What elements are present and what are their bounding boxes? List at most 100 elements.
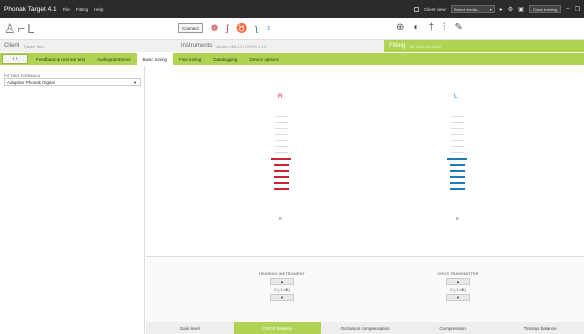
device-pair-icon[interactable]: ʃ xyxy=(226,23,228,33)
left-level-bar[interactable] xyxy=(450,122,464,123)
instruments-header[interactable]: Instruments Audéo V90-13 / CROS II-13 xyxy=(178,40,384,52)
settings-icon[interactable]: ⚙ xyxy=(508,6,513,13)
left-level-bar[interactable] xyxy=(449,170,465,172)
select-media-dropdown[interactable]: Select media... ▾ xyxy=(450,5,495,13)
client-header[interactable]: Client Trader Tom xyxy=(0,40,178,52)
chevron-right-icon[interactable]: › xyxy=(16,56,18,62)
right-ear-icon: R xyxy=(278,93,283,100)
right-level-bar[interactable] xyxy=(273,188,289,190)
arrow-down-icon: ▼ xyxy=(456,295,460,300)
hearing-aids-icon[interactable]: ❁ xyxy=(211,23,219,33)
tuning-area: R L 0 0 xyxy=(146,66,584,256)
left-level-bar[interactable] xyxy=(450,128,464,129)
play-icon[interactable]: ▸ xyxy=(500,6,503,13)
right-level-bar[interactable] xyxy=(273,164,289,166)
left-level-bar[interactable] xyxy=(450,116,464,117)
restore-icon[interactable]: ❐ xyxy=(575,6,580,13)
hearing-instrument-up-button[interactable]: ▲ xyxy=(270,278,294,285)
tuning-mode-tabs: Gain level CROS balance Occlusion compen… xyxy=(146,322,584,334)
fitting-header[interactable]: Fitting SB Calm situation xyxy=(384,40,584,52)
connect-button[interactable]: Connect xyxy=(178,23,203,33)
left-level-bar[interactable] xyxy=(450,134,464,135)
sliders-icon[interactable]: ⫶ xyxy=(443,22,446,33)
fitting-formula-value: Adaptive Phonak Digital xyxy=(7,79,55,85)
tab-compression[interactable]: Compression xyxy=(409,322,497,334)
right-level-bar[interactable] xyxy=(274,152,288,153)
hearing-instrument-down-button[interactable]: ▼ xyxy=(270,294,294,301)
left-level-bar[interactable] xyxy=(450,140,464,141)
left-level-value: 0 xyxy=(456,216,459,221)
tab-basic-tuning[interactable]: Basic tuning xyxy=(136,53,174,65)
menu-help[interactable]: Help xyxy=(94,7,103,12)
accessories-icon[interactable]: ♉ xyxy=(236,23,247,33)
right-level-bar[interactable] xyxy=(274,134,288,135)
left-ear-icon: L xyxy=(454,93,458,100)
tab-feedback-real-ear-test[interactable]: Feedback & real ear test xyxy=(30,53,91,65)
screen-icon[interactable]: ▣ xyxy=(518,6,524,13)
fitting-situation: SB Calm situation xyxy=(409,43,442,49)
tab-nav-arrows[interactable]: ‹ › xyxy=(2,54,28,64)
left-level-bar[interactable] xyxy=(450,146,464,147)
cros-transmitter-title: CROS TRANSMITTER xyxy=(437,271,479,276)
tab-audiogram-direct[interactable]: AudiogramDirect xyxy=(91,53,137,65)
main-toolbar: ♙⌐L Connect ❁ ʃ ♉ ʅ ♀ ⊕ ◐ † ⫶ ✎ xyxy=(0,18,584,40)
client-icon[interactable]: ♙ xyxy=(4,21,18,36)
left-level-bar[interactable] xyxy=(449,176,465,178)
select-media-text: Select media... xyxy=(453,6,481,12)
right-level-bar[interactable] xyxy=(274,116,288,117)
app-title: Phonak Target 4.1 xyxy=(4,5,57,13)
globe-icon[interactable]: ⊕ xyxy=(396,22,404,33)
arrow-up-icon: ▲ xyxy=(280,279,284,284)
instrument-tools: Connect ❁ ʃ ♉ ʅ ♀ xyxy=(178,23,272,33)
right-level-bar[interactable] xyxy=(274,146,288,147)
titlebar-right: Client view Select media... ▾ ▸ ⚙ ▣ Clos… xyxy=(413,5,580,13)
right-level-bar[interactable] xyxy=(271,158,291,160)
fitting-tab-bar: ‹ › Feedback & real ear test AudiogramDi… xyxy=(0,53,584,65)
tube-icon[interactable]: ʅ xyxy=(256,23,258,33)
client-view-label: Client view xyxy=(423,6,446,12)
left-level-bar[interactable] xyxy=(447,158,467,160)
left-level-bar[interactable] xyxy=(449,182,465,184)
tab-datalogging[interactable]: Datalogging xyxy=(207,53,243,65)
microphone-icon[interactable]: ♀ xyxy=(266,23,273,33)
left-level-bar[interactable] xyxy=(449,188,465,190)
arrow-up-icon: ▲ xyxy=(456,279,460,284)
tab-fine-tuning[interactable]: Fine tuning xyxy=(173,53,207,65)
left-level-bar[interactable] xyxy=(449,164,465,166)
menu-fitting[interactable]: Fitting xyxy=(76,7,88,12)
right-level-bar[interactable] xyxy=(274,122,288,123)
chevron-down-icon: ▼ xyxy=(133,79,137,85)
right-level-bar[interactable] xyxy=(273,182,289,184)
instruments-models: Audéo V90-13 / CROS II-13 xyxy=(216,43,266,49)
balance-controls: HEARING INSTRUMENT ▲ 0 (-1 dB) ▼ CROS TR… xyxy=(146,256,584,322)
cros-transmitter-up-button[interactable]: ▲ xyxy=(446,278,470,285)
minimize-icon[interactable]: – xyxy=(566,6,569,12)
arrow-down-icon: ▼ xyxy=(280,295,284,300)
audiogram-icon[interactable]: ⌐L xyxy=(18,21,37,36)
close-training-button[interactable]: Close training xyxy=(528,5,562,13)
right-level-bar[interactable] xyxy=(273,176,289,178)
fitting-tools: ⊕ ◐ † ⫶ ✎ xyxy=(396,22,463,33)
tab-cros-balance[interactable]: CROS balance xyxy=(233,322,322,334)
tuning-fork-icon[interactable]: † xyxy=(428,22,434,33)
client-title: Client xyxy=(4,43,20,49)
tab-occlusion-compensation[interactable]: Occlusion compensation xyxy=(321,322,409,334)
chevron-left-icon[interactable]: ‹ xyxy=(13,56,15,62)
tab-tinnitus-balance[interactable]: Tinnitus balance xyxy=(496,322,584,334)
cros-transmitter-down-button[interactable]: ▼ xyxy=(446,294,470,301)
tab-device-options[interactable]: Device options xyxy=(243,53,285,65)
client-name: Trader Tom xyxy=(23,43,44,49)
menu-file[interactable]: File xyxy=(63,7,70,12)
hearing-instrument-value: 0 (-1 dB) xyxy=(274,287,290,292)
ears-icon[interactable]: ◐ xyxy=(413,22,419,33)
left-level-bar[interactable] xyxy=(450,152,464,153)
client-view-checkbox[interactable] xyxy=(413,6,419,12)
instruments-title: Instruments xyxy=(181,43,213,49)
wrench-icon[interactable]: ✎ xyxy=(455,22,463,33)
tab-gain-level[interactable]: Gain level xyxy=(146,322,234,334)
fitting-title: Fitting xyxy=(389,43,406,49)
right-level-bar[interactable] xyxy=(274,140,288,141)
fitting-formula-select[interactable]: Adaptive Phonak Digital ▼ xyxy=(4,78,141,86)
right-level-bar[interactable] xyxy=(273,170,289,172)
right-level-bar[interactable] xyxy=(274,128,288,129)
